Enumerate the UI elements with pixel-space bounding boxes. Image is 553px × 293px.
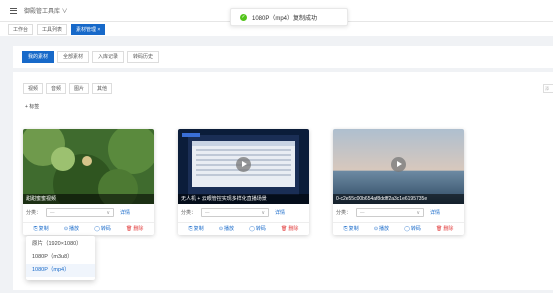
- play-button[interactable]: ⊙ 播放: [373, 225, 389, 233]
- copy-icon: ⎘: [188, 225, 193, 232]
- detail-link[interactable]: 详情: [275, 209, 285, 216]
- material-subtabs: 我的素材 全部素材 入库记录 转码历史: [13, 46, 553, 68]
- filter-other[interactable]: 其他: [92, 83, 113, 94]
- type-filters: 视频 音频 图片 其他: [23, 83, 115, 94]
- copy-button[interactable]: ⎘ 复制: [343, 225, 359, 233]
- copy-button[interactable]: ⎘ 复制: [33, 225, 49, 233]
- transcode-icon: ◯: [249, 225, 255, 232]
- tab-workbench[interactable]: 工作台: [8, 23, 34, 35]
- play-icon: ⊙: [63, 225, 69, 232]
- class-label: 分类：: [181, 209, 197, 216]
- filter-audio[interactable]: 音频: [46, 83, 67, 94]
- class-select[interactable]: — ∨: [356, 207, 424, 217]
- filter-video[interactable]: 视频: [23, 83, 44, 94]
- detail-link[interactable]: 详情: [430, 209, 440, 216]
- thumbnail-image: [23, 129, 154, 204]
- chevron-down-icon: ∨: [106, 209, 110, 216]
- class-label: 分类：: [336, 209, 352, 216]
- detail-link[interactable]: 详情: [120, 209, 130, 216]
- format-option-1080p-mp4[interactable]: 1080P（mp4）: [26, 264, 95, 277]
- toast-text: 1080P（mp4）复制成功: [252, 15, 318, 22]
- copy-button[interactable]: ⎘ 复制: [188, 225, 204, 233]
- format-option-original[interactable]: 原片（1920×1080）: [26, 238, 95, 251]
- subtab-transcode-history[interactable]: 转码历史: [127, 51, 160, 63]
- material-card: 无人机 + 云眼管控实现多样化直播场景 分类： — ∨ 详情 ⎘ 复制 ⊙ 播放 ◯ 转…: [178, 129, 309, 235]
- subtab-all-materials[interactable]: 全部素材: [57, 51, 90, 63]
- transcode-icon: ◯: [404, 225, 410, 232]
- play-overlay-icon[interactable]: [391, 157, 406, 172]
- tab-material-management[interactable]: 素材管理 ×: [71, 23, 106, 35]
- delete-button[interactable]: 🗑 删除: [436, 225, 453, 233]
- class-label: 分类：: [26, 209, 42, 216]
- class-select[interactable]: — ∨: [201, 207, 269, 217]
- chevron-down-icon: ∨: [261, 209, 265, 216]
- format-option-1080p-m3u8[interactable]: 1080P（m3u8）: [26, 251, 95, 264]
- delete-button[interactable]: 🗑 删除: [281, 225, 298, 233]
- play-button[interactable]: ⊙ 播放: [218, 225, 234, 233]
- video-thumbnail[interactable]: 甜甜蜜蜜视频: [23, 129, 154, 204]
- play-icon: ⊙: [373, 225, 379, 232]
- class-select[interactable]: — ∨: [46, 207, 114, 217]
- copy-icon: ⎘: [343, 225, 348, 232]
- play-icon: ⊙: [218, 225, 224, 232]
- video-thumbnail[interactable]: 0-c2e55c00b654af8ddff2a3c1e6195735e: [333, 129, 464, 204]
- transcode-button[interactable]: ◯ 转码: [404, 225, 421, 233]
- chevron-down-icon: ∨: [416, 209, 420, 216]
- copy-icon: ⎘: [33, 225, 38, 232]
- copy-format-dropdown: 原片（1920×1080） 1080P（m3u8） 1080P（mp4）: [26, 236, 95, 280]
- video-thumbnail[interactable]: 无人机 + 云眼管控实现多样化直播场景: [178, 129, 309, 204]
- transcode-button[interactable]: ◯ 转码: [249, 225, 266, 233]
- tab-tool-list[interactable]: 工具列表: [37, 23, 68, 35]
- video-caption: 无人机 + 云眼管控实现多样化直播场景: [178, 194, 309, 204]
- material-card: 0-c2e55c00b654af8ddff2a3c1e6195735e 分类： …: [333, 129, 464, 235]
- transcode-button[interactable]: ◯ 转码: [94, 225, 111, 233]
- app-title[interactable]: 御殿管工具库 ∨: [24, 6, 68, 15]
- check-circle-icon: ✓: [240, 13, 247, 21]
- transcode-icon: ◯: [94, 225, 100, 232]
- play-overlay-icon[interactable]: [236, 157, 251, 172]
- trash-icon: 🗑: [126, 225, 133, 232]
- play-button[interactable]: ⊙ 播放: [63, 225, 79, 233]
- add-tag-button[interactable]: + 标签: [25, 103, 39, 110]
- subtab-my-materials[interactable]: 我的素材: [22, 51, 55, 63]
- menu-icon[interactable]: [10, 7, 17, 14]
- video-caption: 0-c2e55c00b654af8ddff2a3c1e6195735e: [333, 194, 464, 204]
- trash-icon: 🗑: [281, 225, 288, 232]
- filter-image[interactable]: 图片: [69, 83, 90, 94]
- material-card: 甜甜蜜蜜视频 分类： — ∨ 详情 ⎘ 复制 ⊙ 播放 ◯ 转码 🗑 删除: [23, 129, 154, 235]
- subtab-import-records[interactable]: 入库记录: [92, 51, 125, 63]
- video-caption: 甜甜蜜蜜视频: [23, 194, 154, 204]
- success-toast: ✓ 1080P（mp4）复制成功: [230, 8, 348, 26]
- delete-button[interactable]: 🗑 删除: [126, 225, 143, 233]
- add-button-edge[interactable]: 添: [543, 84, 553, 93]
- trash-icon: 🗑: [436, 225, 443, 232]
